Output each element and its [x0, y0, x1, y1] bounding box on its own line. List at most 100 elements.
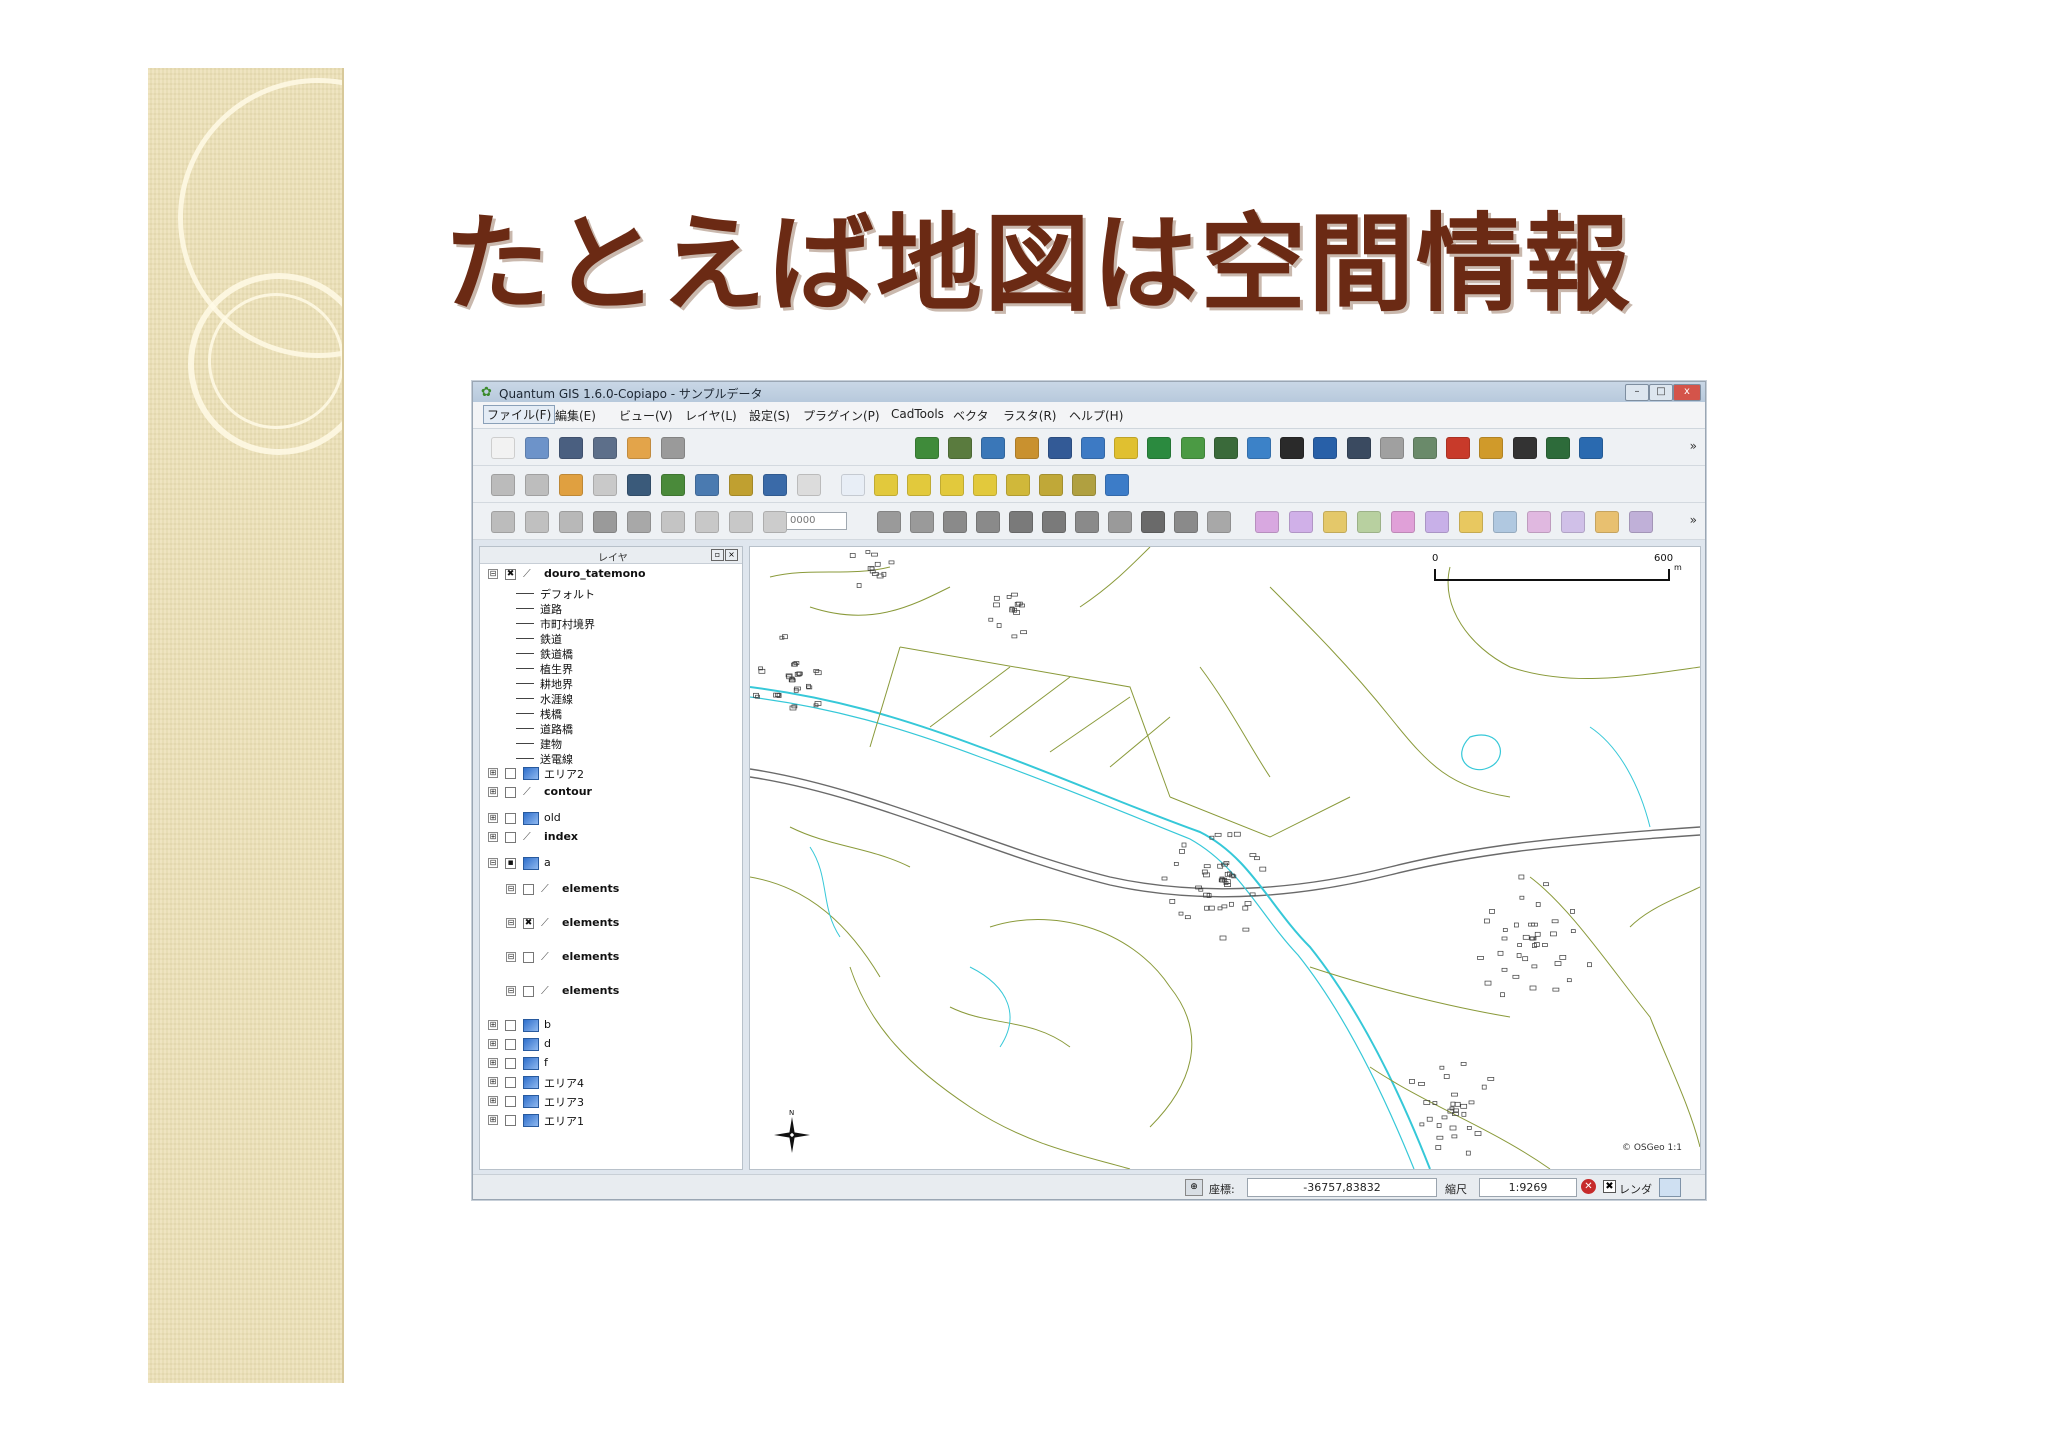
add-ring-icon[interactable]: [976, 511, 1000, 533]
legend-class-row[interactable]: デフォルト: [480, 586, 740, 602]
render-checkbox[interactable]: ✖: [1603, 1180, 1616, 1193]
map-canvas[interactable]: 0 600 m N © OSGeo 1:1: [749, 546, 1701, 1170]
layer-visibility-checkbox[interactable]: [505, 1077, 516, 1088]
zoom-next-icon[interactable]: [1072, 474, 1096, 496]
new-project-icon[interactable]: [491, 437, 515, 459]
layer-row[interactable]: ⊞ エリア3: [480, 1094, 740, 1110]
add-part-icon[interactable]: [1009, 511, 1033, 533]
layer-visibility-checkbox[interactable]: ✖: [505, 569, 516, 580]
panel-close-button[interactable]: ×: [725, 549, 738, 561]
expand-toggle-icon[interactable]: ⊟: [506, 986, 516, 996]
globe-icon[interactable]: [1247, 437, 1271, 459]
cad-tool-1-icon[interactable]: [1255, 511, 1279, 533]
print-icon[interactable]: [661, 437, 685, 459]
snapping-icon[interactable]: [763, 511, 787, 533]
layer-visibility-checkbox[interactable]: [505, 1058, 516, 1069]
reshape-icon[interactable]: [1108, 511, 1132, 533]
delete-ring-icon[interactable]: [1042, 511, 1066, 533]
layer-visibility-checkbox[interactable]: [505, 787, 516, 798]
layer-row[interactable]: ⊞ d: [480, 1037, 740, 1053]
attribute-table-icon[interactable]: [593, 474, 617, 496]
tips-icon[interactable]: [661, 474, 685, 496]
zoom-last-icon[interactable]: [1039, 474, 1063, 496]
layer-row[interactable]: ⊞ old: [480, 811, 740, 827]
delete-selected-icon[interactable]: [627, 511, 651, 533]
layer-row[interactable]: ⊞ ⟋ contour: [480, 785, 740, 801]
histogram-icon[interactable]: [1280, 437, 1305, 459]
open-project-icon[interactable]: [525, 437, 549, 459]
plugin-installer-icon[interactable]: [1180, 437, 1205, 459]
cad-tool-6-icon[interactable]: [1425, 511, 1449, 533]
legend-class-row[interactable]: 建物: [480, 736, 740, 752]
layer-row[interactable]: ⊞ f: [480, 1056, 740, 1072]
menu-item[interactable]: レイヤ(L): [685, 407, 737, 424]
layer-row[interactable]: ⊟ ⟋ elements: [480, 882, 740, 898]
toggle-editing-icon[interactable]: [491, 474, 515, 496]
toolbar-overflow-button[interactable]: »: [1690, 439, 1697, 453]
layer-row[interactable]: ⊞ b: [480, 1018, 740, 1034]
expand-toggle-icon[interactable]: ⊟: [506, 952, 516, 962]
coordinate-capture-icon[interactable]: [1114, 437, 1139, 459]
cad-tool-9-icon[interactable]: [1527, 511, 1551, 533]
layer-visibility-checkbox[interactable]: [505, 1039, 516, 1050]
expand-toggle-icon[interactable]: ⊞: [488, 1039, 498, 1049]
legend-class-row[interactable]: 桟橋: [480, 706, 740, 722]
zoom-out-icon[interactable]: [907, 474, 931, 496]
pdf-icon[interactable]: [1446, 437, 1471, 459]
cad-tool-7-icon[interactable]: [1459, 511, 1483, 533]
zoom-in-icon[interactable]: [874, 474, 898, 496]
layer-row[interactable]: ⊞ エリア2: [480, 766, 740, 782]
layer-visibility-checkbox[interactable]: [523, 884, 534, 895]
layer-row[interactable]: ⊞ エリア1: [480, 1113, 740, 1129]
expand-toggle-icon[interactable]: ⊟: [488, 858, 498, 868]
menu-item[interactable]: CadTools: [891, 407, 944, 421]
expand-toggle-icon[interactable]: ⊞: [488, 1077, 498, 1087]
layer-visibility-checkbox[interactable]: [505, 832, 516, 843]
save-project-icon[interactable]: [559, 437, 583, 459]
undo-icon[interactable]: [877, 511, 901, 533]
grid-icon[interactable]: [1213, 437, 1238, 459]
select-icon[interactable]: [695, 474, 719, 496]
redo-icon[interactable]: [910, 511, 934, 533]
simplify-icon[interactable]: [943, 511, 967, 533]
gps-icon[interactable]: [1413, 437, 1437, 459]
legend-class-row[interactable]: 水涯線: [480, 691, 740, 707]
expand-toggle-icon[interactable]: ⊞: [488, 787, 498, 797]
layer-row[interactable]: ⊟ ⟋ elements: [480, 984, 740, 1000]
legend-class-row[interactable]: 送電線: [480, 751, 740, 767]
add-raster-icon[interactable]: [948, 437, 973, 459]
add-spatialite-icon[interactable]: [1014, 437, 1039, 459]
digitize-line-icon[interactable]: [491, 511, 515, 533]
add-postgis-icon[interactable]: [981, 437, 1006, 459]
legend-class-row[interactable]: 耕地界: [480, 676, 740, 692]
expand-toggle-icon[interactable]: ⊞: [488, 813, 498, 823]
menu-item[interactable]: ファイル(F): [483, 405, 556, 424]
cad-tool-2-icon[interactable]: [1289, 511, 1313, 533]
layer-row[interactable]: ⊞ ⟋ index: [480, 830, 740, 846]
layer-visibility-checkbox[interactable]: [505, 813, 516, 824]
pencil-icon[interactable]: [525, 474, 549, 496]
save-as-icon[interactable]: [593, 437, 617, 459]
layer-row[interactable]: ⊟ ✖ ⟋ douro_tatemono: [480, 567, 740, 583]
cad-tool-10-icon[interactable]: [1561, 511, 1585, 533]
filter-icon[interactable]: [1346, 437, 1371, 459]
layer-visibility-checkbox[interactable]: [505, 1115, 516, 1126]
identify-features-icon[interactable]: [559, 474, 583, 496]
cad-tool-12-icon[interactable]: [1629, 511, 1653, 533]
print-composer-icon[interactable]: [627, 437, 651, 459]
new-shapefile-icon[interactable]: [1081, 437, 1105, 459]
layer-visibility-checkbox[interactable]: ✖: [523, 918, 534, 929]
refresh-icon[interactable]: [1105, 474, 1129, 496]
split-icon[interactable]: [1141, 511, 1165, 533]
rotate-icon[interactable]: [1207, 511, 1231, 533]
layer-visibility-checkbox[interactable]: [505, 1020, 516, 1031]
osm-icon[interactable]: [1579, 437, 1603, 459]
layer-visibility-checkbox[interactable]: ▪: [505, 858, 516, 869]
menu-item[interactable]: 編集(E): [555, 407, 596, 424]
move-feature-icon[interactable]: [559, 511, 583, 533]
line-icon[interactable]: [1512, 437, 1537, 459]
text-annotation-icon[interactable]: [797, 474, 821, 496]
menu-item[interactable]: ラスタ(R): [1003, 407, 1056, 424]
legend-class-row[interactable]: 道路: [480, 601, 740, 617]
rotation-spinbox[interactable]: 0000: [785, 512, 847, 530]
